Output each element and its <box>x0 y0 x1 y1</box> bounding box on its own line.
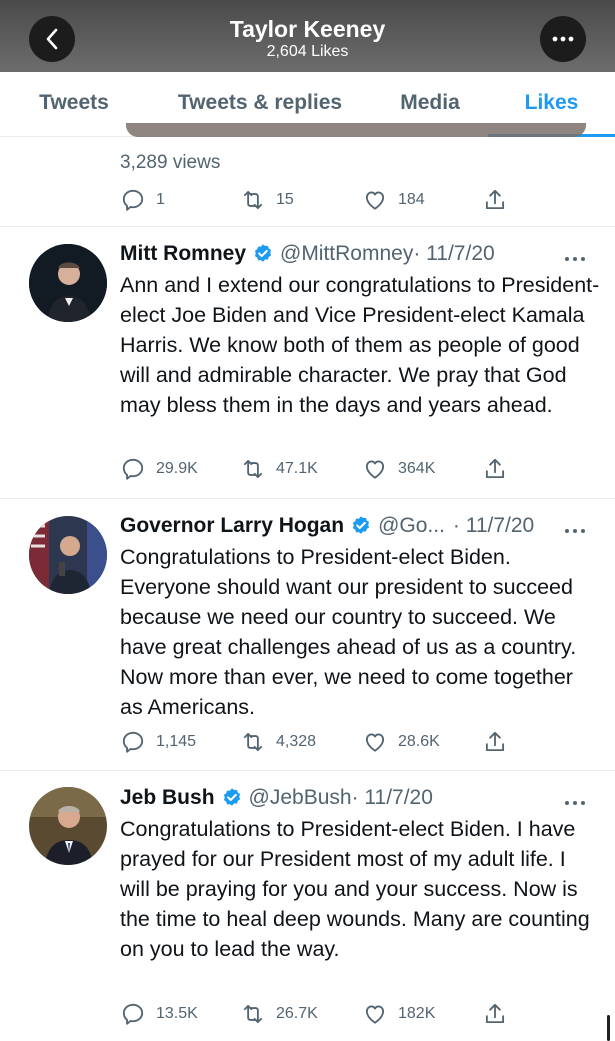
retweet-count: 4,328 <box>276 733 317 750</box>
share-icon <box>485 189 505 210</box>
avatar[interactable] <box>29 244 107 322</box>
avatar[interactable] <box>29 516 107 594</box>
tweet-actions: 1 15 184 <box>120 187 510 217</box>
retweet-count: 47.1K <box>276 460 318 477</box>
reply-button[interactable]: 13.5K <box>120 1001 198 1027</box>
tweet-date[interactable]: · 11/7/20 <box>413 242 494 266</box>
share-button[interactable] <box>482 187 518 213</box>
tweet-text: Congratulations to President-elect Biden… <box>120 545 577 719</box>
tweet-date[interactable]: · 11/7/20 <box>352 786 433 810</box>
like-count: 184 <box>398 191 425 208</box>
reply-icon <box>122 1003 144 1025</box>
scrollbar[interactable] <box>607 1015 610 1041</box>
like-button[interactable]: 184 <box>362 187 425 213</box>
ellipsis-icon <box>565 801 585 805</box>
verified-badge-icon <box>252 243 274 265</box>
reply-icon <box>122 731 144 753</box>
tweet-header: Mitt Romney @MittRomney · 11/7/20 <box>120 240 495 268</box>
heart-icon <box>365 191 385 210</box>
person-photo-icon <box>29 244 107 322</box>
tweet-more-button[interactable] <box>563 522 587 533</box>
reply-button[interactable]: 1 <box>120 187 165 213</box>
share-icon <box>485 458 505 479</box>
retweet-count: 26.7K <box>276 1005 318 1022</box>
share-icon <box>485 1003 505 1024</box>
tweet-author-handle[interactable]: @MittRomney <box>280 242 413 266</box>
like-count: 28.6K <box>398 733 440 750</box>
retweet-count: 15 <box>276 191 294 208</box>
tweet-author-name[interactable]: Governor Larry Hogan <box>120 514 344 538</box>
reply-count: 1,145 <box>156 733 197 750</box>
heart-icon <box>365 460 385 479</box>
reply-icon <box>122 189 144 211</box>
share-button[interactable] <box>482 456 518 482</box>
retweet-icon <box>243 459 263 479</box>
like-button[interactable]: 182K <box>362 1001 435 1027</box>
reply-button[interactable]: 29.9K <box>120 456 198 482</box>
heart-icon <box>365 733 385 752</box>
retweet-icon <box>243 732 263 752</box>
person-photo-icon <box>29 516 107 594</box>
tweet-actions: 1,145 4,328 28.6K <box>120 729 510 759</box>
share-icon <box>485 731 505 752</box>
tweet-header: Jeb Bush @JebBush · 11/7/20 <box>120 784 433 812</box>
tweet-author-handle[interactable]: @Go... <box>378 514 445 538</box>
tweet-more-button[interactable] <box>563 250 587 261</box>
retweet-icon <box>243 1004 263 1024</box>
heart-icon <box>365 1005 385 1024</box>
reply-button[interactable]: 1,145 <box>120 729 196 755</box>
verified-badge-icon <box>221 787 243 809</box>
person-photo-icon <box>29 787 107 865</box>
more-button[interactable] <box>540 16 586 62</box>
ellipsis-icon <box>565 257 585 261</box>
retweet-button[interactable]: 15 <box>240 187 294 213</box>
verified-badge-icon <box>350 515 372 537</box>
like-button[interactable]: 364K <box>362 456 435 482</box>
retweet-button[interactable]: 26.7K <box>240 1001 318 1027</box>
tweet-author-name[interactable]: Jeb Bush <box>120 786 215 810</box>
tweet-author-name[interactable]: Mitt Romney <box>120 242 246 266</box>
likes-count: 2,604 Likes <box>266 43 349 60</box>
like-button[interactable]: 28.6K <box>362 729 440 755</box>
tweet-actions: 29.9K 47.1K 364K <box>120 456 510 486</box>
share-button[interactable] <box>482 729 518 755</box>
avatar[interactable] <box>29 787 107 865</box>
tweet-author-handle[interactable]: @JebBush <box>249 786 352 810</box>
ellipsis-icon <box>565 529 585 533</box>
profile-header: Taylor Keeney 2,604 Likes <box>0 0 615 72</box>
divider <box>0 498 615 499</box>
reply-count: 13.5K <box>156 1005 198 1022</box>
tweet-header: Governor Larry Hogan @Go... · 11/7/20 <box>120 512 534 540</box>
tweet-media-thumbnail[interactable] <box>126 123 586 137</box>
tweet-date[interactable]: · 11/7/20 <box>453 514 534 538</box>
share-button[interactable] <box>482 1001 518 1027</box>
retweet-button[interactable]: 47.1K <box>240 456 318 482</box>
reply-icon <box>122 458 144 480</box>
reply-count: 29.9K <box>156 460 198 477</box>
tweet-more-button[interactable] <box>563 794 587 805</box>
ellipsis-icon <box>552 36 574 42</box>
like-count: 182K <box>398 1005 436 1022</box>
divider <box>0 226 615 227</box>
view-count: 3,289 views <box>120 152 221 173</box>
reply-count: 1 <box>156 191 165 208</box>
tweet-text: Congratulations to President-elect Biden… <box>120 817 590 961</box>
retweet-button[interactable]: 4,328 <box>240 729 316 755</box>
profile-name: Taylor Keeney <box>229 16 386 42</box>
divider <box>0 770 615 771</box>
tweet-text: Ann and I extend our congratulations to … <box>120 273 600 417</box>
tweet-actions: 13.5K 26.7K 182K <box>120 1001 510 1031</box>
retweet-icon <box>243 190 263 210</box>
like-count: 364K <box>398 460 436 477</box>
